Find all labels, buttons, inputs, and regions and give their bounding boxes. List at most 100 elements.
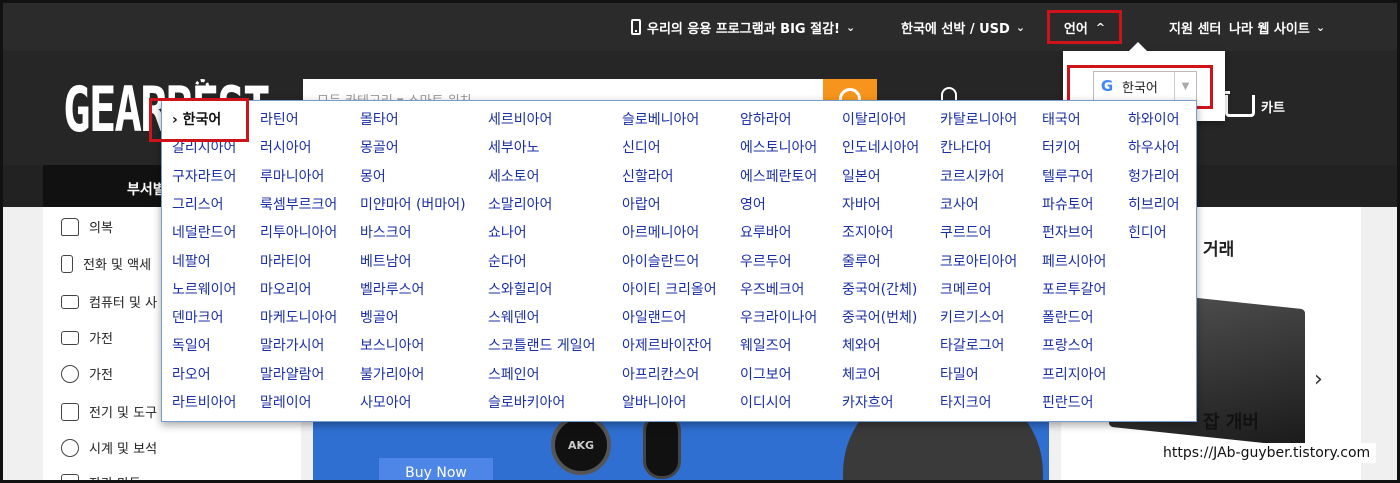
language-option[interactable]: 카탈로니아어: [940, 111, 1017, 129]
language-option[interactable]: 알바니아어: [622, 394, 686, 412]
language-option[interactable]: 루마니아어: [260, 168, 324, 186]
sidebar-item-clothing[interactable]: 의복: [61, 217, 113, 236]
language-option[interactable]: 크메르어: [940, 281, 992, 299]
language-option[interactable]: 일본어: [842, 168, 881, 186]
sidebar-item-computers[interactable]: 컴퓨터 및 사: [61, 292, 157, 311]
language-option[interactable]: 세르비아어: [488, 111, 552, 129]
language-option[interactable]: 말라얄람어: [260, 366, 324, 384]
language-menu-button[interactable]: 언어 ^: [1047, 10, 1122, 44]
language-option[interactable]: 히브리어: [1128, 196, 1180, 214]
language-option[interactable]: 쿠르드어: [940, 224, 992, 242]
country-site-menu[interactable]: 나라 웹 사이트 ⌄: [1229, 3, 1325, 51]
language-option[interactable]: 아이티 크리올어: [622, 281, 717, 299]
language-option[interactable]: 세부아노: [488, 139, 540, 157]
language-option[interactable]: 벵골어: [360, 309, 399, 327]
language-option[interactable]: 덴마크어: [172, 309, 224, 327]
language-option[interactable]: 자바어: [842, 196, 881, 214]
sidebar-item-phones[interactable]: 전화 및 액세: [61, 254, 151, 273]
language-option[interactable]: 슬로바키아어: [488, 394, 565, 412]
sidebar-item-watches[interactable]: 시계 및 보석: [61, 438, 157, 457]
language-option[interactable]: 베트남어: [360, 253, 412, 271]
language-option[interactable]: 독일어: [172, 337, 211, 355]
language-option[interactable]: 바스크어: [360, 224, 412, 242]
language-option[interactable]: 중국어(번체): [842, 309, 917, 327]
chevron-right-icon[interactable]: ›: [1314, 367, 1323, 392]
language-option[interactable]: 영어: [740, 196, 766, 214]
language-option[interactable]: 인도네시아어: [842, 139, 919, 157]
language-option[interactable]: 타지크어: [940, 394, 992, 412]
language-option[interactable]: 체와어: [842, 337, 881, 355]
sidebar-item-appliances[interactable]: 가전: [61, 328, 113, 347]
language-option[interactable]: 순다어: [488, 253, 527, 271]
language-option[interactable]: 프랑스어: [1042, 337, 1094, 355]
language-option[interactable]: 신할라어: [622, 168, 674, 186]
language-option[interactable]: 우크라이나어: [740, 309, 817, 327]
region-currency-menu[interactable]: 한국에 선박 / USD ⌄: [901, 3, 1025, 51]
language-option[interactable]: 스코틀랜드 게일어: [488, 337, 596, 355]
language-option[interactable]: 아랍어: [622, 196, 661, 214]
language-option[interactable]: 페르시아어: [1042, 253, 1106, 271]
support-link[interactable]: 지원 센터: [1169, 3, 1221, 51]
language-option[interactable]: 네덜란드어: [172, 224, 236, 242]
sidebar-item-diy[interactable]: 자가 만들: [61, 473, 141, 480]
language-option[interactable]: 타밀어: [940, 366, 979, 384]
language-option[interactable]: 룩셈부르크어: [260, 196, 337, 214]
language-option[interactable]: 아르메니아어: [622, 224, 699, 242]
language-option[interactable]: 프리지아어: [1042, 366, 1106, 384]
language-option[interactable]: 리투아니아어: [260, 224, 337, 242]
language-option[interactable]: 세소토어: [488, 168, 540, 186]
language-option[interactable]: 에스페란토어: [740, 168, 817, 186]
language-option[interactable]: 사모아어: [360, 394, 412, 412]
language-option[interactable]: 카자흐어: [842, 394, 894, 412]
language-option[interactable]: 러시아어: [260, 139, 312, 157]
language-option[interactable]: 우즈베크어: [740, 281, 804, 299]
language-option[interactable]: 슬로베니아어: [622, 111, 699, 129]
language-option[interactable]: 보스니아어: [360, 337, 424, 355]
language-option[interactable]: 코르시카어: [940, 168, 1004, 186]
language-option[interactable]: 이디시어: [740, 394, 792, 412]
language-option[interactable]: 코사어: [940, 196, 979, 214]
language-option[interactable]: 줄루어: [842, 253, 881, 271]
language-option[interactable]: 마케도니아어: [260, 309, 337, 327]
language-option[interactable]: 노르웨이어: [172, 281, 236, 299]
language-option[interactable]: 마라티어: [260, 253, 312, 271]
language-option[interactable]: 폴란드어: [1042, 309, 1094, 327]
language-option[interactable]: 체코어: [842, 366, 881, 384]
language-option[interactable]: 말라가시어: [260, 337, 324, 355]
language-option[interactable]: 마오리어: [260, 281, 312, 299]
language-option[interactable]: 아이슬란드어: [622, 253, 699, 271]
language-option[interactable]: 펀자브어: [1042, 224, 1094, 242]
language-option[interactable]: 파슈토어: [1042, 196, 1094, 214]
language-option[interactable]: 라오어: [172, 366, 211, 384]
language-option[interactable]: 그리스어: [172, 196, 224, 214]
language-option[interactable]: 웨일즈어: [740, 337, 792, 355]
language-option[interactable]: 하와이어: [1128, 111, 1180, 129]
language-option[interactable]: 신디어: [622, 139, 661, 157]
language-option[interactable]: 몰타어: [360, 111, 399, 129]
sidebar-item-electronics[interactable]: 가전: [61, 364, 113, 383]
language-option[interactable]: 우르두어: [740, 253, 792, 271]
language-option[interactable]: 칸나다어: [940, 139, 992, 157]
language-option[interactable]: 에스토니아어: [740, 139, 817, 157]
app-promo-link[interactable]: 우리의 응용 프로그램과 BIG 절감! ⌄: [631, 3, 855, 51]
language-option[interactable]: 핀란드어: [1042, 394, 1094, 412]
language-option[interactable]: 힌디어: [1128, 224, 1167, 242]
language-option[interactable]: 몽골어: [360, 139, 399, 157]
language-option[interactable]: 터키어: [1042, 139, 1081, 157]
language-option[interactable]: 쇼나어: [488, 224, 527, 242]
language-option[interactable]: 암하라어: [740, 111, 792, 129]
language-option[interactable]: 네팔어: [172, 253, 211, 271]
language-option[interactable]: 스웨덴어: [488, 309, 540, 327]
cart-button[interactable]: 카트: [1220, 91, 1285, 117]
language-option[interactable]: 이탈리아어: [842, 111, 906, 129]
language-option[interactable]: 중국어(간체): [842, 281, 917, 299]
language-option[interactable]: 벨라루스어: [360, 281, 424, 299]
language-option[interactable]: 미얀마어 (버마어): [360, 196, 466, 214]
language-option[interactable]: 불가리아어: [360, 366, 424, 384]
language-option[interactable]: 아제르바이잔어: [622, 337, 712, 355]
buy-now-button[interactable]: Buy Now: [379, 458, 493, 480]
language-option[interactable]: 소말리아어: [488, 196, 552, 214]
language-option[interactable]: 포르투갈어: [1042, 281, 1106, 299]
language-option[interactable]: 말레이어: [260, 394, 312, 412]
language-option[interactable]: 요루바어: [740, 224, 792, 242]
